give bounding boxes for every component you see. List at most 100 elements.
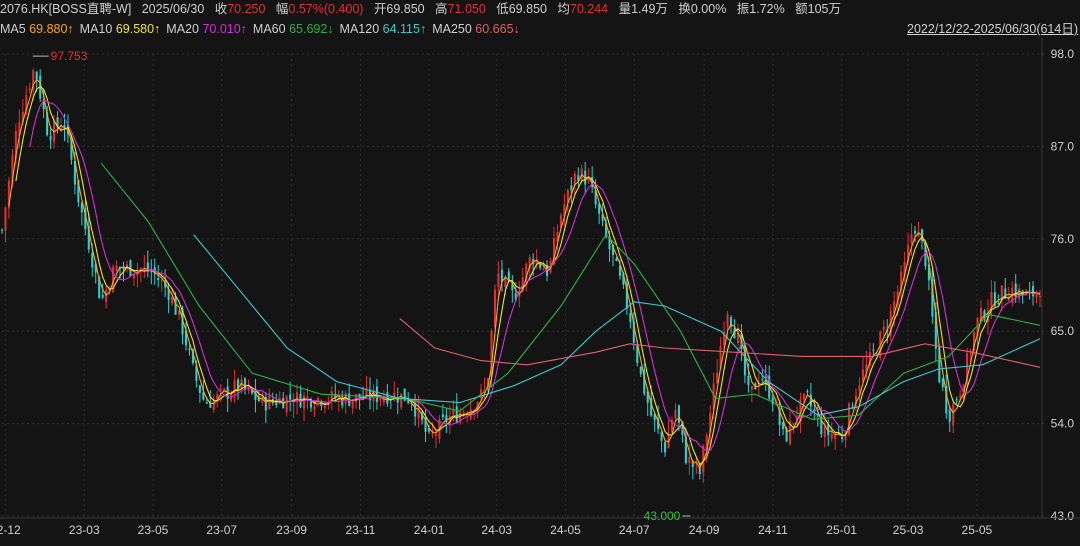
change-label: 幅 bbox=[275, 2, 289, 16]
ma-legend-name-ma20: MA20 bbox=[166, 22, 203, 36]
candle-body bbox=[49, 136, 52, 141]
x-tick-label: 22-12 bbox=[0, 523, 21, 537]
avg-value: 70.244 bbox=[569, 2, 609, 16]
candle-body bbox=[35, 71, 38, 80]
candle-body bbox=[834, 435, 837, 439]
candle-body bbox=[160, 280, 163, 282]
candle-body bbox=[441, 414, 444, 418]
candle-body bbox=[792, 423, 795, 425]
ma-legend-items: MA5 69.880↑ MA10 69.580↑ MA20 70.010↑ MA60 … bbox=[0, 22, 520, 36]
candle-body bbox=[959, 395, 962, 398]
candle-body bbox=[615, 258, 618, 261]
ma-legend-name-ma250: MA250 bbox=[432, 22, 476, 36]
x-tick-label: 24-05 bbox=[550, 523, 581, 537]
x-tick-label: 25-05 bbox=[962, 523, 993, 537]
candle-body bbox=[674, 410, 677, 419]
y-tick-label: 76.0 bbox=[1051, 232, 1075, 246]
candle-body bbox=[750, 386, 753, 390]
candle-body bbox=[761, 379, 764, 381]
x-tick-label: 23-05 bbox=[138, 523, 169, 537]
candle-body bbox=[0, 229, 4, 231]
candle-body bbox=[882, 326, 885, 331]
x-tick-label: 23-07 bbox=[206, 523, 237, 537]
candle-body bbox=[872, 349, 875, 351]
candle-body bbox=[629, 313, 632, 322]
candle-body bbox=[955, 399, 958, 401]
close-label: 收 bbox=[214, 2, 228, 16]
candle-body bbox=[570, 185, 573, 191]
candle-body bbox=[910, 233, 913, 244]
ma-legend-name-ma10: MA10 bbox=[79, 22, 116, 36]
candle-body bbox=[952, 403, 955, 426]
candle-body bbox=[375, 386, 378, 402]
high-label: 高 bbox=[435, 2, 448, 16]
candle-body bbox=[1007, 299, 1010, 301]
candle-body bbox=[407, 400, 410, 403]
amount-value: 105万 bbox=[807, 2, 841, 16]
y-tick-label: 43.0 bbox=[1051, 509, 1075, 523]
amplitude-value: 1.72% bbox=[749, 2, 785, 16]
amount-label: 额 bbox=[795, 2, 808, 16]
candle-body bbox=[434, 434, 437, 436]
candle-body bbox=[223, 388, 226, 391]
candle-body bbox=[542, 269, 545, 271]
candle-body bbox=[1038, 296, 1042, 298]
volume-label: 量 bbox=[618, 2, 632, 16]
x-tick-label: 23-09 bbox=[276, 523, 307, 537]
low-label: 低 bbox=[496, 2, 509, 16]
candle-body bbox=[174, 296, 177, 315]
open-value: 69.850 bbox=[386, 2, 425, 16]
candle-body bbox=[948, 409, 951, 422]
ma-legend-value-ma20: 70.010↑ bbox=[202, 22, 247, 36]
candle-body bbox=[289, 394, 292, 400]
candle-body bbox=[188, 348, 191, 350]
candle-body bbox=[858, 385, 861, 392]
candle-body bbox=[830, 433, 833, 439]
ma-legend-value-ma250: 60.665↓ bbox=[475, 22, 520, 36]
volume-value: 1.49万 bbox=[631, 2, 668, 16]
candle-body bbox=[91, 252, 94, 268]
x-tick-label: 23-11 bbox=[345, 523, 375, 537]
date-range[interactable]: 2022/12/22-2025/06/30(614日) bbox=[907, 20, 1078, 38]
candlestick-chart[interactable]: 98.0 87.0 76.0 65.0 54.0 43.0 22-12 23-03 23-05 2… bbox=[0, 38, 1080, 546]
candle-body bbox=[219, 389, 222, 391]
candle-body bbox=[841, 436, 844, 439]
candle-body bbox=[806, 391, 809, 393]
ma-legend-value-ma120: 64.115↑ bbox=[382, 22, 427, 36]
x-tick-label: 25-03 bbox=[893, 523, 924, 537]
x-tick-label: 24-07 bbox=[619, 523, 650, 537]
candle-body bbox=[101, 295, 104, 298]
y-tick-label: 65.0 bbox=[1051, 324, 1075, 338]
min-annotation: 43.000 bbox=[644, 509, 681, 523]
turnover-value: 0.00% bbox=[690, 2, 727, 16]
candle-body bbox=[285, 396, 288, 413]
candle-body bbox=[198, 385, 201, 393]
open-label: 开 bbox=[373, 2, 387, 16]
quote-header: 2076.HK[BOSS直聘-W] 2025/06/30 收70.250 幅0.… bbox=[0, 0, 1080, 18]
max-annotation: 97.753 bbox=[51, 49, 88, 63]
candle-body bbox=[726, 314, 729, 328]
y-tick-label: 54.0 bbox=[1051, 417, 1075, 431]
candle-body bbox=[688, 456, 691, 464]
x-tick-label: 24-03 bbox=[481, 523, 512, 537]
candle-body bbox=[1032, 286, 1035, 297]
candle-body bbox=[414, 403, 417, 417]
candle-body bbox=[913, 230, 917, 234]
ma-legend-name-ma120: MA120 bbox=[339, 22, 383, 36]
candle-body bbox=[802, 393, 805, 400]
x-tick-label: 24-01 bbox=[414, 523, 445, 537]
turnover-label: 换 bbox=[678, 2, 691, 16]
candle-body bbox=[268, 395, 271, 410]
ma-legend-value-ma10: 69.580↑ bbox=[115, 22, 161, 36]
ma-legend-value-ma60: 65.692↓ bbox=[289, 22, 334, 36]
low-value: 69.850 bbox=[508, 2, 547, 16]
candle-body bbox=[323, 405, 326, 408]
candle-body bbox=[157, 277, 160, 280]
y-tick-label: 98.0 bbox=[1051, 47, 1075, 61]
change-value: 0.57%(0.400) bbox=[288, 2, 364, 16]
candle-body bbox=[1028, 290, 1031, 292]
candle-body bbox=[431, 433, 434, 435]
ma10-line bbox=[15, 85, 1041, 466]
candle-body bbox=[497, 273, 500, 287]
candle-body bbox=[28, 88, 31, 91]
